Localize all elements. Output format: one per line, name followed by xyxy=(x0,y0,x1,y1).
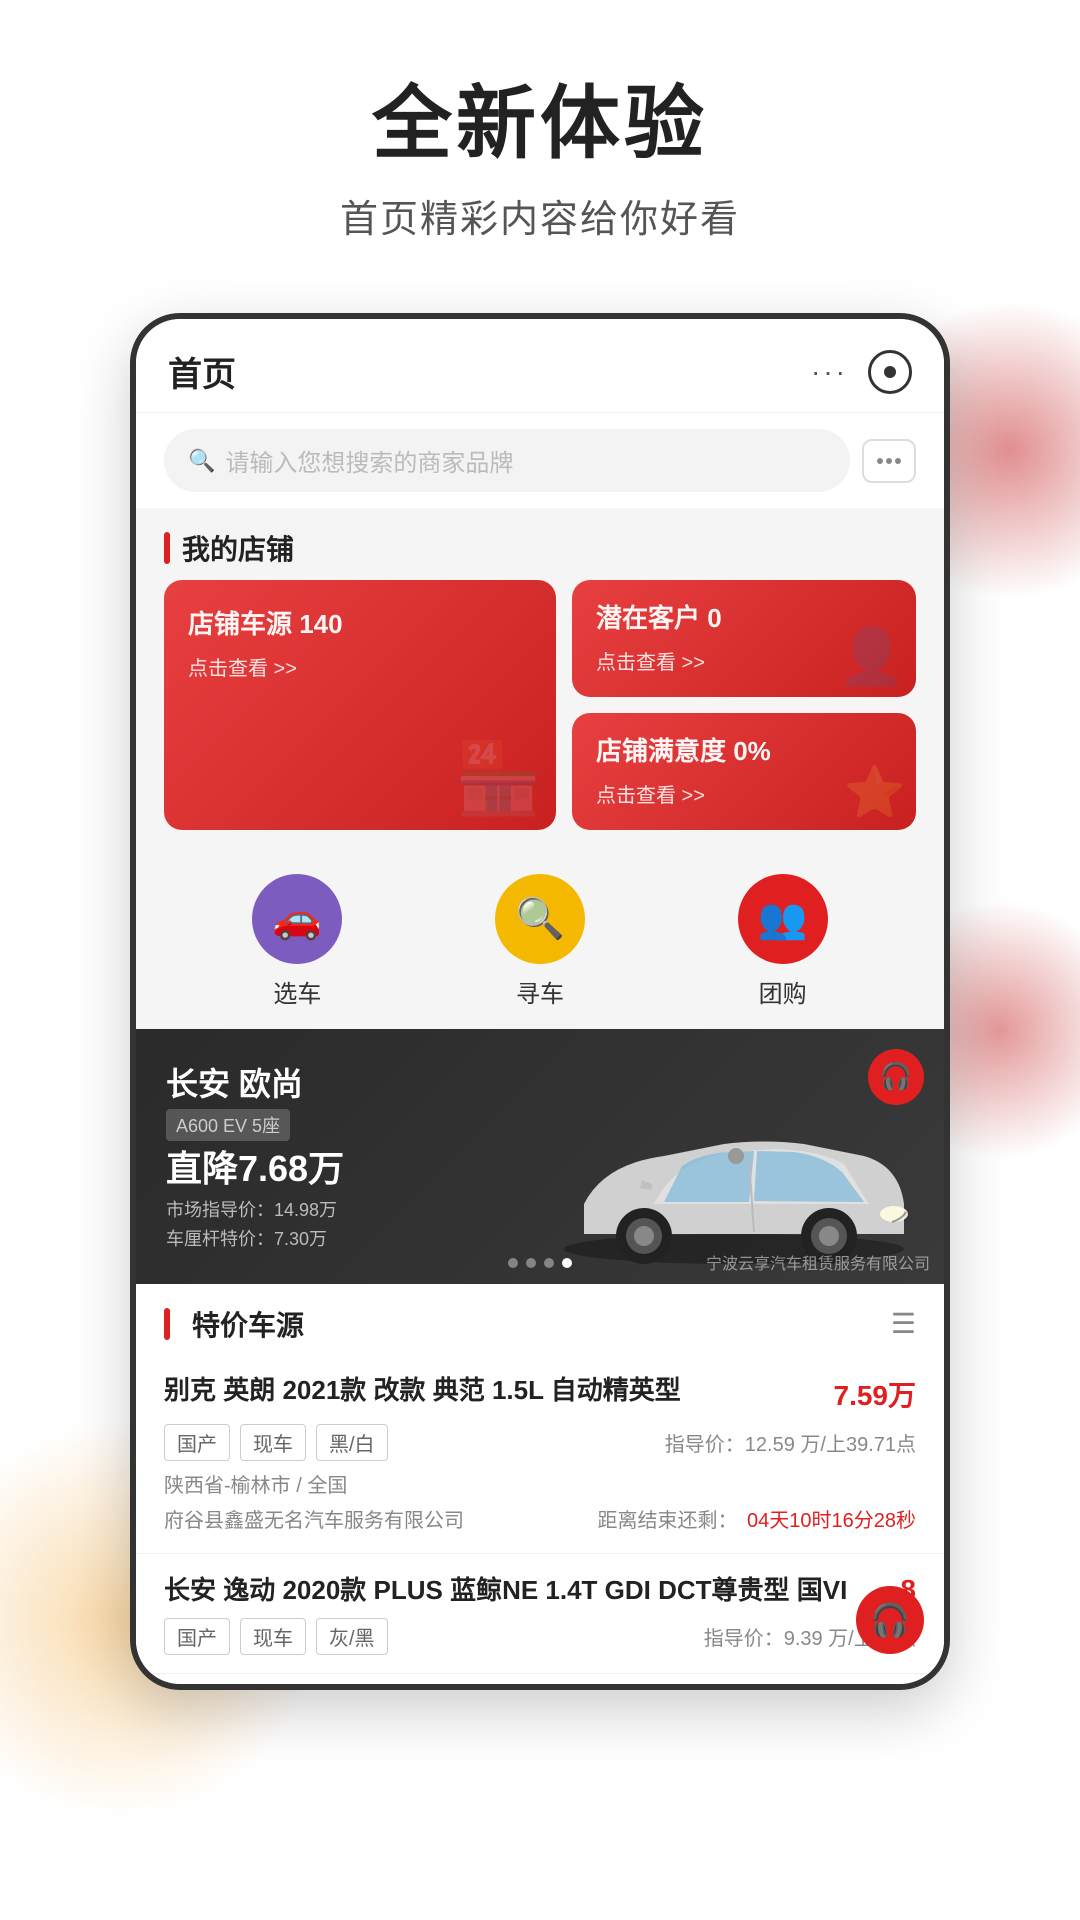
quick-action-select-car[interactable]: 🚗 选车 xyxy=(252,874,342,1009)
car-banner[interactable]: 🎧 长安 欧尚 A600 EV 5座 直降7.68万 市场指导价：14.98万 … xyxy=(136,1029,944,1284)
car-listing-2-name: 长安 逸动 2020款 PLUS 蓝鲸NE 1.4T GDI DCT尊贵型 国V… xyxy=(164,1574,890,1608)
dealer-1: 府谷县鑫盛无名汽车服务有限公司 xyxy=(164,1504,464,1533)
shop-cards: 店铺车源 140 点击查看 >> 🏪 潜在客户 0 点击查看 >> 👤 店铺满意… xyxy=(136,580,944,850)
car-model-tag: A600 EV 5座 xyxy=(166,1109,290,1141)
select-car-label: 选车 xyxy=(273,974,321,1009)
countdown-1: 距离结束还剩： 04天10时16分28秒 xyxy=(597,1504,916,1533)
headset-float-button[interactable]: 🎧 xyxy=(868,1049,924,1105)
group-buy-icon: 👥 xyxy=(738,874,828,964)
phone-wrapper: 首页 ··· 🔍 请输入您想搜索的商家品牌 我的店铺 xyxy=(0,283,1080,1750)
car-listing-1[interactable]: 别克 英朗 2021款 改款 典范 1.5L 自动精英型 7.59万 国产 现车… xyxy=(136,1354,944,1554)
tag-color-2: 灰/黑 xyxy=(316,1618,388,1655)
my-shop-section-header: 我的店铺 xyxy=(136,508,944,580)
tag-color-1: 黑/白 xyxy=(316,1424,388,1461)
shop-card-right-stack: 潜在客户 0 点击查看 >> 👤 店铺满意度 0% 点击查看 >> ⭐ xyxy=(572,580,916,830)
tejia-title-row: 特价车源 xyxy=(164,1304,304,1344)
car-listing-2[interactable]: 长安 逸动 2020款 PLUS 蓝鲸NE 1.4T GDI DCT尊贵型 国V… xyxy=(136,1554,944,1674)
quick-action-find-car[interactable]: 🔍 寻车 xyxy=(495,874,585,1009)
tag-origin-1: 国产 xyxy=(164,1424,230,1461)
shop-card-satisfaction[interactable]: 店铺满意度 0% 点击查看 >> ⭐ xyxy=(572,713,916,830)
chat-icon[interactable] xyxy=(862,439,916,483)
my-shop-title: 我的店铺 xyxy=(182,528,294,568)
page-header: 全新体验 首页精彩内容给你好看 xyxy=(0,0,1080,283)
tejia-section: 特价车源 ☰ 别克 英朗 2021款 改款 典范 1.5L 自动精英型 7.59… xyxy=(136,1284,944,1684)
car-banner-content: 长安 欧尚 A600 EV 5座 直降7.68万 市场指导价：14.98万 车厘… xyxy=(136,1029,944,1284)
topbar-icons: ··· xyxy=(811,350,912,394)
car-listing-2-tags: 国产 现车 灰/黑 指导价：9.39 万/上10点 xyxy=(164,1618,916,1655)
location-1: 陕西省-榆林市 / 全国 xyxy=(164,1469,347,1498)
shop-card-car-source[interactable]: 店铺车源 140 点击查看 >> 🏪 xyxy=(164,580,556,830)
quick-actions: 🚗 选车 🔍 寻车 👥 团购 xyxy=(136,850,944,1029)
phone-topbar: 首页 ··· xyxy=(136,319,944,413)
car-listing-1-top: 别克 英朗 2021款 改款 典范 1.5L 自动精英型 7.59万 xyxy=(164,1374,916,1414)
star-deco-icon: ⭐ xyxy=(844,763,906,822)
quick-action-group-buy[interactable]: 👥 团购 xyxy=(738,874,828,1009)
select-car-icon: 🚗 xyxy=(252,874,342,964)
tag-origin-2: 国产 xyxy=(164,1618,230,1655)
list-icon[interactable]: ☰ xyxy=(891,1307,916,1340)
dot3 xyxy=(895,458,901,464)
person-deco-icon: 👤 xyxy=(838,624,906,689)
car-listing-1-tags: 国产 现车 黑/白 指导价：12.59 万/上39.71点 xyxy=(164,1424,916,1461)
shop-card-potential-customers[interactable]: 潜在客户 0 点击查看 >> 👤 xyxy=(572,580,916,697)
dot1 xyxy=(877,458,883,464)
car-listing-1-price: 7.59万 xyxy=(834,1374,917,1414)
phone-mockup: 首页 ··· 🔍 请输入您想搜索的商家品牌 我的店铺 xyxy=(130,313,950,1690)
search-bar[interactable]: 🔍 请输入您想搜索的商家品牌 xyxy=(164,429,850,492)
topbar-title: 首页 xyxy=(168,347,236,396)
chat-dots xyxy=(877,458,901,464)
group-buy-label: 团购 xyxy=(759,974,807,1009)
search-placeholder-text: 请输入您想搜索的商家品牌 xyxy=(225,443,513,478)
car-discount: 直降7.68万 xyxy=(166,1149,914,1189)
shop-card-car-source-label: 店铺车源 140 xyxy=(188,608,532,642)
camera-icon[interactable] xyxy=(868,350,912,394)
tag-stock-2: 现车 xyxy=(240,1618,306,1655)
store-deco-icon: 🏪 xyxy=(455,738,542,820)
section-title-bar xyxy=(164,532,170,564)
countdown-value-1: 04天10时16分28秒 xyxy=(747,1510,916,1532)
tejia-title: 特价车源 xyxy=(192,1304,304,1344)
find-car-label: 寻车 xyxy=(516,974,564,1009)
car-price-special: 车厘杆特价：7.30万 xyxy=(166,1225,914,1254)
car-brand: 长安 欧尚 xyxy=(166,1059,914,1105)
car-listing-1-dealer-row: 府谷县鑫盛无名汽车服务有限公司 距离结束还剩： 04天10时16分28秒 xyxy=(164,1504,916,1533)
shop-card-car-source-action: 点击查看 >> xyxy=(188,652,532,681)
countdown-label-1: 距离结束还剩： xyxy=(597,1510,737,1532)
more-icon[interactable]: ··· xyxy=(811,356,848,388)
car-price-details: 市场指导价：14.98万 车厘杆特价：7.30万 xyxy=(166,1196,914,1254)
tejia-section-bar xyxy=(164,1308,170,1340)
page-subtitle: 首页精彩内容给你好看 xyxy=(0,188,1080,243)
car-price-market: 市场指导价：14.98万 xyxy=(166,1196,914,1225)
tag-stock-1: 现车 xyxy=(240,1424,306,1461)
find-car-icon: 🔍 xyxy=(495,874,585,964)
car-listing-1-location: 陕西省-榆林市 / 全国 xyxy=(164,1469,916,1498)
tejia-header: 特价车源 ☰ xyxy=(136,1284,944,1354)
dot2 xyxy=(886,458,892,464)
search-icon: 🔍 xyxy=(188,448,215,474)
car-guide-price-1: 指导价：12.59 万/上39.71点 xyxy=(665,1428,916,1457)
float-headset-bottom[interactable]: 🎧 xyxy=(856,1586,924,1654)
search-area: 🔍 请输入您想搜索的商家品牌 xyxy=(136,413,944,508)
car-listing-2-top: 长安 逸动 2020款 PLUS 蓝鲸NE 1.4T GDI DCT尊贵型 国V… xyxy=(164,1574,916,1608)
car-listing-1-name: 别克 英朗 2021款 改款 典范 1.5L 自动精英型 xyxy=(164,1374,824,1408)
page-title: 全新体验 xyxy=(0,80,1080,168)
